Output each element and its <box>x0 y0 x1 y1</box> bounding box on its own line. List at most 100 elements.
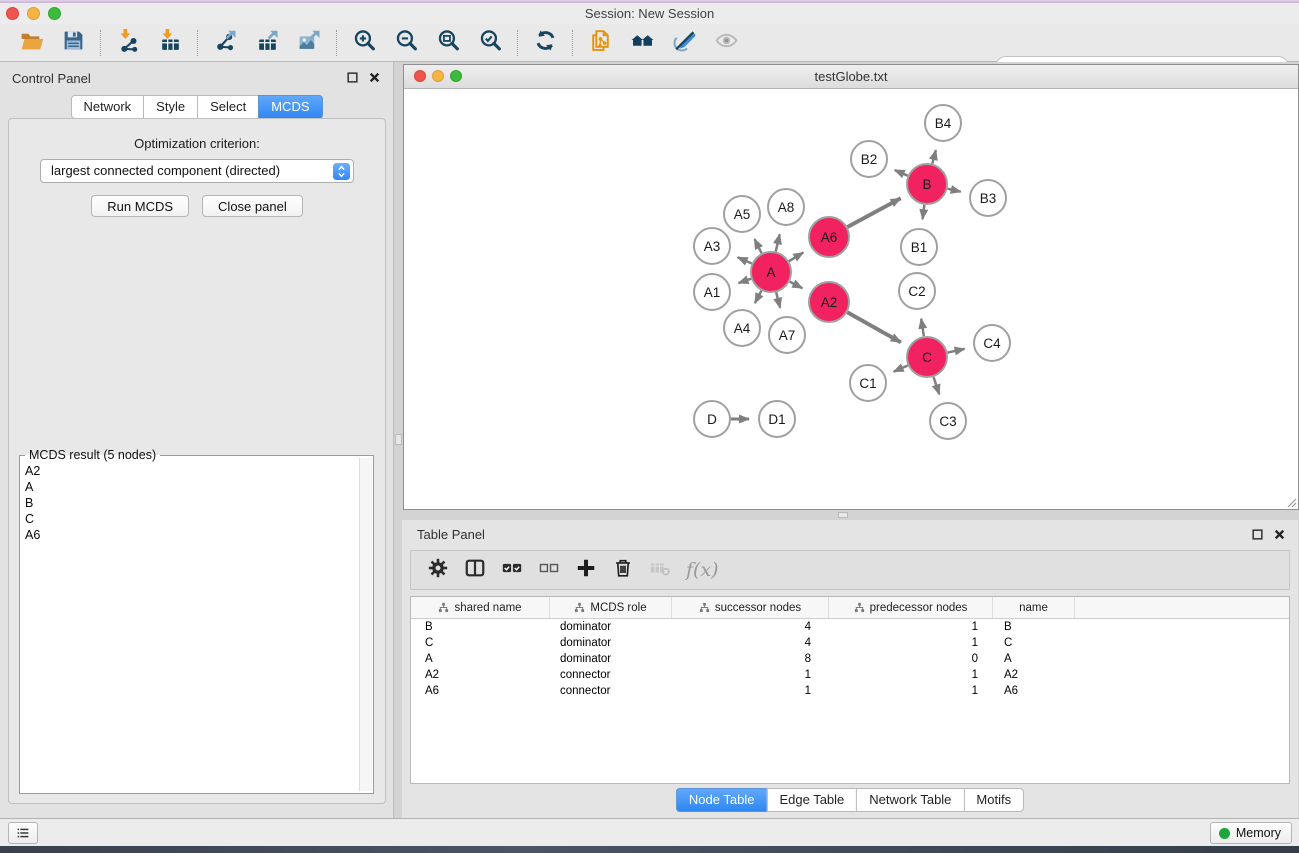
graph-node-B1[interactable]: B1 <box>901 229 937 265</box>
table-settings-button[interactable] <box>427 557 449 584</box>
graph-node-A2[interactable]: A2 <box>809 282 849 322</box>
export-table-button[interactable] <box>246 27 288 59</box>
graph-node-B4[interactable]: B4 <box>925 105 961 141</box>
graph-edge-B-B2[interactable] <box>895 170 908 176</box>
open-session-button[interactable] <box>10 27 52 59</box>
close-panel-button[interactable]: Close panel <box>202 195 303 217</box>
table-cell[interactable]: 0 <box>829 653 993 665</box>
graph-node-D1[interactable]: D1 <box>759 401 795 437</box>
column-header-predecessor-nodes[interactable]: predecessor nodes <box>829 597 993 618</box>
create-column-button[interactable] <box>575 557 597 584</box>
graph-node-D[interactable]: D <box>694 401 730 437</box>
graph-edge-A-A2[interactable] <box>790 282 803 289</box>
zoom-in-button[interactable] <box>343 27 385 59</box>
table-cell[interactable]: C <box>993 637 1075 649</box>
network-window-titlebar[interactable]: testGlobe.txt <box>404 65 1298 89</box>
table-cell[interactable]: dominator <box>550 653 672 665</box>
tab-edge-table[interactable]: Edge Table <box>766 788 856 812</box>
zoom-fit-button[interactable] <box>427 27 469 59</box>
graph-edge-B-B4[interactable] <box>932 150 936 164</box>
export-image-button[interactable] <box>288 27 330 59</box>
table-cell[interactable]: A6 <box>993 685 1075 697</box>
table-cell[interactable]: dominator <box>550 621 672 633</box>
tab-network[interactable]: Network <box>70 95 143 119</box>
divider-handle[interactable] <box>395 434 402 445</box>
graph-edge-A-A4[interactable] <box>755 291 761 303</box>
mcds-result-item[interactable]: A6 <box>25 527 359 543</box>
new-network-from-selection-button[interactable] <box>579 27 621 59</box>
save-session-button[interactable] <box>52 27 94 59</box>
resize-grip[interactable] <box>1285 496 1297 508</box>
graph-edge-C-C3[interactable] <box>934 377 940 394</box>
table-cell[interactable]: C <box>411 637 550 649</box>
toggle-graphics-details-button[interactable] <box>705 27 747 59</box>
graph-edge-A-A3[interactable] <box>738 257 752 263</box>
table-row[interactable]: Adominator80A <box>411 651 1289 667</box>
mcds-result-item[interactable]: B <box>25 495 359 511</box>
show-columns-button[interactable] <box>464 557 486 584</box>
graph-node-A[interactable]: A <box>751 252 791 292</box>
table-cell[interactable]: dominator <box>550 637 672 649</box>
graph-edge-A-A7[interactable] <box>776 292 780 308</box>
delete-columns-button[interactable] <box>612 557 634 584</box>
graph-node-A4[interactable]: A4 <box>724 310 760 346</box>
table-cell[interactable]: B <box>993 621 1075 633</box>
first-neighbors-button[interactable] <box>621 27 663 59</box>
close-panel-icon[interactable] <box>368 71 381 84</box>
tab-select[interactable]: Select <box>197 95 258 119</box>
graph-edge-A-A1[interactable] <box>739 279 752 283</box>
graph-edge-B-B1[interactable] <box>923 205 925 219</box>
table-cell[interactable]: 1 <box>672 685 829 697</box>
table-cell[interactable]: A <box>993 653 1075 665</box>
mcds-result-item[interactable]: A <box>25 479 359 495</box>
refresh-button[interactable] <box>524 27 566 59</box>
select-all-columns-button[interactable] <box>501 557 523 584</box>
hide-annotations-button[interactable] <box>663 27 705 59</box>
table-cell[interactable]: 1 <box>829 621 993 633</box>
tab-node-table[interactable]: Node Table <box>676 788 767 812</box>
graph-node-C[interactable]: C <box>907 337 947 377</box>
table-cell[interactable]: 8 <box>672 653 829 665</box>
graph-edge-C-C4[interactable] <box>948 349 965 353</box>
table-cell[interactable]: A <box>411 653 550 665</box>
zoom-selected-button[interactable] <box>469 27 511 59</box>
network-canvas[interactable]: AA1A2A3A4A5A6A7A8BB1B2B3B4CC1C2C3C4DD1 <box>404 89 1298 509</box>
table-cell[interactable]: 1 <box>829 685 993 697</box>
graph-node-C3[interactable]: C3 <box>930 403 966 439</box>
table-cell[interactable]: connector <box>550 685 672 697</box>
table-cell[interactable]: 4 <box>672 637 829 649</box>
table-cell[interactable]: A2 <box>411 669 550 681</box>
tab-network-table[interactable]: Network Table <box>856 788 963 812</box>
graph-node-B3[interactable]: B3 <box>970 180 1006 216</box>
graph-node-A5[interactable]: A5 <box>724 196 760 232</box>
table-row[interactable]: A6connector11A6 <box>411 683 1289 699</box>
table-cell[interactable]: connector <box>550 669 672 681</box>
memory-button[interactable]: Memory <box>1210 822 1292 844</box>
zoom-out-button[interactable] <box>385 27 427 59</box>
tab-motifs[interactable]: Motifs <box>963 788 1024 812</box>
table-cell[interactable]: 1 <box>829 637 993 649</box>
mcds-result-item[interactable]: A2 <box>25 463 359 479</box>
table-row[interactable]: Cdominator41C <box>411 635 1289 651</box>
graph-node-C2[interactable]: C2 <box>899 273 935 309</box>
criterion-select[interactable]: largest connected component (directed) <box>40 159 354 183</box>
graph-edge-A6-B[interactable] <box>847 198 900 227</box>
graph-node-A7[interactable]: A7 <box>769 317 805 353</box>
graph-node-A6[interactable]: A6 <box>809 217 849 257</box>
tab-style[interactable]: Style <box>143 95 197 119</box>
graph-edge-A-A6[interactable] <box>789 252 803 261</box>
column-header-name[interactable]: name <box>993 597 1075 618</box>
run-mcds-button[interactable]: Run MCDS <box>91 195 189 217</box>
graph-edge-A2-C[interactable] <box>847 312 901 342</box>
table-cell[interactable]: 1 <box>829 669 993 681</box>
import-table-button[interactable] <box>149 27 191 59</box>
table-row[interactable]: Bdominator41B <box>411 619 1289 635</box>
graph-node-B[interactable]: B <box>907 164 947 204</box>
graph-edge-A-A5[interactable] <box>755 239 762 253</box>
graph-edge-A-A8[interactable] <box>776 234 780 251</box>
result-scrollbar[interactable] <box>359 458 372 791</box>
column-header-shared-name[interactable]: shared name <box>411 597 550 618</box>
graph-edge-C-C1[interactable] <box>894 365 908 371</box>
graph-node-A1[interactable]: A1 <box>694 274 730 310</box>
task-history-button[interactable] <box>8 822 38 844</box>
